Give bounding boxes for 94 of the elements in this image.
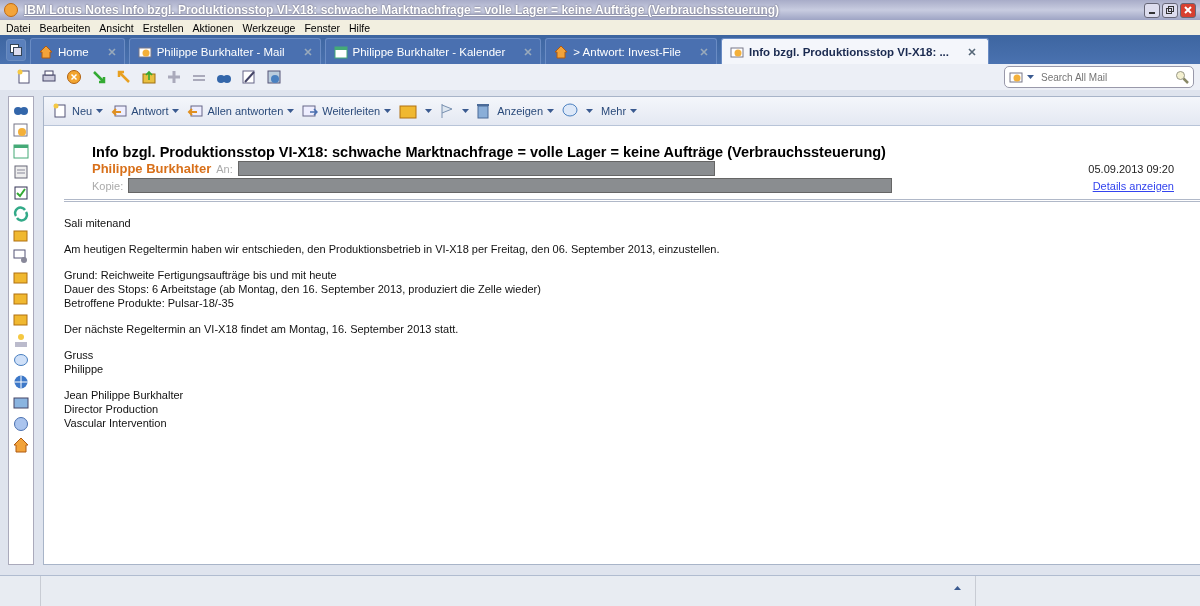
search-field[interactable]: Search All Mail (1004, 66, 1194, 88)
close-icon (1184, 6, 1192, 14)
trash-icon[interactable] (477, 103, 490, 119)
printer-icon[interactable] (41, 69, 57, 85)
folder-icon[interactable] (13, 227, 29, 243)
restore-icon (1166, 6, 1174, 14)
tab[interactable]: > Antwort: Invest-File (545, 38, 717, 64)
windows-icon (10, 44, 22, 56)
envelope-icon (730, 44, 744, 59)
action-button[interactable]: Neu (52, 103, 104, 119)
caret-icon[interactable] (586, 109, 594, 113)
folder-icon[interactable] (13, 311, 29, 327)
minimize-button[interactable] (1144, 2, 1160, 18)
to-label: An: (216, 162, 233, 175)
checkbox-icon[interactable] (13, 185, 29, 201)
app-logo-icon (4, 3, 18, 17)
house-icon[interactable] (13, 437, 29, 453)
new-document-icon (52, 103, 68, 119)
folder-icon[interactable] (13, 269, 29, 285)
close-button[interactable] (1180, 2, 1196, 18)
body-text: Jean Philippe Burkhalter (64, 388, 184, 402)
body-text: Philippe (64, 362, 104, 376)
action-button[interactable]: Allen antworten (187, 103, 295, 119)
sync-icon[interactable] (13, 206, 29, 222)
calendar-icon[interactable] (13, 143, 29, 159)
document-icon[interactable] (13, 164, 29, 180)
action-button[interactable]: Weiterleiten (302, 103, 392, 119)
caret-icon (384, 109, 392, 113)
folder-icon[interactable] (141, 69, 157, 85)
caret-icon (287, 109, 295, 113)
menu-item[interactable]: Bearbeiten (39, 21, 91, 34)
action-button[interactable]: Mehr (601, 105, 638, 117)
menu-item[interactable]: Fenster (304, 21, 340, 34)
caret-icon[interactable] (462, 109, 470, 113)
tab[interactable]: Info bzgl. Produktionsstop VI-X18: ... (721, 38, 989, 64)
close-icon[interactable] (968, 47, 976, 56)
caret-icon (547, 109, 555, 113)
body-text: Dauer des Stops: 6 Arbeitstage (ab Montag, den 16. September 2013, produziert die Zelle wieder) (64, 282, 541, 296)
menu-item[interactable]: Ansicht (99, 21, 134, 34)
stop-icon[interactable] (66, 69, 82, 85)
chat-icon[interactable] (562, 103, 579, 119)
message-date: 05.09.2013 09:20 (1088, 162, 1174, 175)
body-text: Vascular Intervention (64, 416, 167, 430)
globe-icon[interactable] (13, 374, 29, 390)
body-text: Sali mitenand (64, 216, 131, 230)
envelope-icon (137, 44, 152, 59)
caret-icon[interactable] (425, 109, 433, 113)
cc-label: Kopie: (92, 179, 124, 192)
body-text: Director Production (64, 402, 159, 416)
window-switcher-button[interactable] (6, 39, 26, 61)
menu-item[interactable]: Hilfe (349, 21, 371, 34)
caret-icon (172, 109, 180, 113)
picture-icon[interactable] (13, 395, 29, 411)
screen-icon[interactable] (13, 248, 29, 264)
expand-icon[interactable] (166, 69, 182, 85)
tab[interactable]: Philippe Burkhalter - Mail (128, 38, 321, 64)
chat-icon[interactable] (13, 353, 29, 369)
forward-icon (302, 103, 319, 119)
message-subject: Info bzgl. Produktionsstop VI-X18: schwache Marktnachfrage = volle Lager = keine Aufträge (Verbrauchssteuerung) (92, 144, 887, 160)
body-text: Gruss (64, 348, 94, 362)
caret-icon[interactable] (1027, 75, 1034, 79)
pencil-icon[interactable] (241, 69, 257, 85)
house-icon (554, 44, 569, 59)
action-button[interactable]: Anzeigen (497, 105, 555, 117)
caret-icon (630, 109, 638, 113)
tab[interactable]: Philippe Burkhalter - Kalender (324, 38, 542, 64)
tab[interactable]: Home (30, 38, 125, 64)
reply-icon (111, 103, 128, 119)
restore-button[interactable] (1162, 2, 1178, 18)
body-text: Am heutigen Regeltermin haben wir entschieden, den Produktionsbetrieb in VI-X18 per Freitag, den 06. September 2013, einzustellen. (64, 242, 720, 256)
caret-icon[interactable] (954, 586, 961, 590)
menu-item[interactable]: Datei (6, 21, 31, 34)
search-icon[interactable] (1175, 70, 1189, 84)
flag-icon[interactable] (440, 103, 455, 119)
arrow-icon[interactable] (91, 69, 107, 85)
menu-item[interactable]: Aktionen (192, 21, 234, 34)
new-document-icon[interactable] (16, 69, 32, 85)
caret-icon (96, 109, 104, 113)
envelope-icon[interactable] (13, 122, 29, 138)
folder-icon[interactable] (13, 290, 29, 306)
reply-icon (187, 103, 204, 119)
menu-item[interactable]: Erstellen (142, 21, 184, 34)
menu-item[interactable]: Werkzeuge (242, 21, 296, 34)
action-button[interactable]: Antwort (111, 103, 180, 119)
body-text: Betroffene Produkte: Pulsar-18/-35 (64, 296, 234, 310)
body-text: Der nächste Regeltermin an VI-X18 findet am Montag, 16. September 2013 statt. (64, 322, 459, 336)
calendar-icon (333, 44, 348, 59)
body-text: Grund: Reichweite Fertigungsaufträge bis und mit heute (64, 268, 337, 282)
details-link[interactable]: Details anzeigen (1092, 179, 1174, 192)
folder-icon[interactable] (399, 103, 418, 119)
window-title: IBM Lotus Notes Info bzgl. Produktionsstop VI-X18: schwache Marktnachfrage = volle Lager = keine Aufträge (Verbrauchssteuerung) (24, 3, 780, 17)
house-icon (39, 44, 53, 59)
arrow-icon[interactable] (116, 69, 132, 85)
person-icon[interactable] (13, 332, 29, 348)
